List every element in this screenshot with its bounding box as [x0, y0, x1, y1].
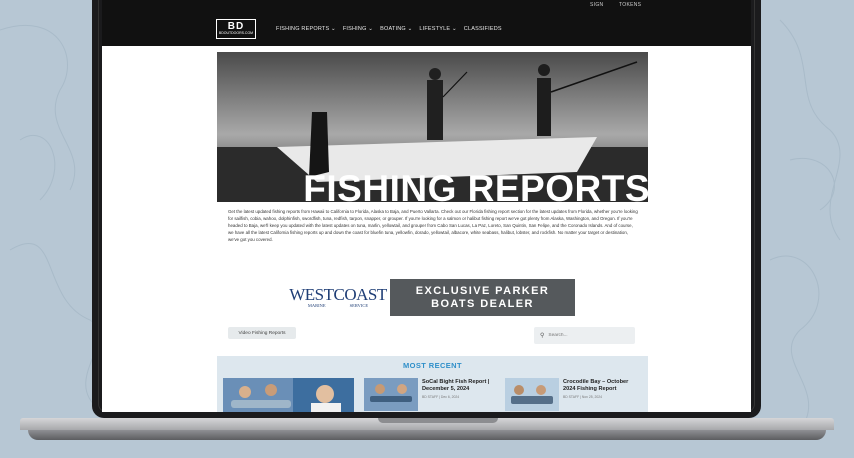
search-box[interactable]: ⚲ — [534, 327, 635, 344]
search-input[interactable] — [548, 333, 629, 338]
westcoast-service: SERVICE — [349, 303, 369, 308]
hero-title: FISHING REPORTS — [303, 168, 648, 202]
main-menu: FISHING REPORTS ⌄ FISHING ⌄ BOATING ⌄ LI… — [276, 26, 502, 32]
video-fishing-reports-button[interactable]: Video Fishing Reports — [228, 327, 296, 339]
logo-text: BD — [227, 21, 245, 32]
post-thumbnail[interactable] — [364, 378, 418, 411]
laptop-base-bottom — [28, 430, 826, 440]
top-link-sign[interactable]: SIGN — [590, 2, 603, 8]
post-thumbnail[interactable] — [505, 378, 559, 411]
featured-post-image — [223, 378, 354, 412]
laptop-base — [20, 418, 834, 444]
menu-boating[interactable]: BOATING ⌄ — [380, 26, 412, 32]
post-title-line2[interactable]: 2024 Fishing Report — [563, 386, 616, 393]
parker-ad-line2: BOATS DEALER — [431, 297, 534, 310]
post-meta: BD STAFF | Dec 6, 2024 — [422, 395, 460, 399]
menu-fishing-reports[interactable]: FISHING REPORTS ⌄ — [276, 26, 336, 32]
post-image — [364, 378, 418, 411]
post-title-line1[interactable]: Crocodile Bay – October — [563, 379, 628, 386]
menu-lifestyle[interactable]: LIFESTYLE ⌄ — [419, 26, 456, 32]
featured-post-thumbnail[interactable] — [223, 378, 354, 412]
menu-classifieds[interactable]: CLASSIFIEDS — [464, 26, 502, 32]
westcoast-logo-text: WESTCOAST — [289, 285, 387, 304]
post-title-line1[interactable]: SoCal Bight Fish Report | — [422, 379, 489, 386]
laptop-notch — [378, 418, 498, 423]
westcoast-ad[interactable]: WESTCOAST MARINE SERVICE — [289, 280, 387, 314]
post-meta: BD STAFF | Nov 25, 2024 — [563, 395, 603, 399]
logo-subtext: BDOUTDOORS.COM — [218, 31, 254, 35]
most-recent-section: MOST RECENT SoCal Bight Fish Report | De… — [217, 356, 648, 412]
westcoast-subline: MARINE SERVICE — [308, 303, 368, 308]
hero-banner: FISHING REPORTS — [217, 52, 648, 202]
site-logo[interactable]: BD BDOUTDOORS.COM — [216, 19, 256, 39]
parker-ad-line1: EXCLUSIVE PARKER — [415, 284, 550, 297]
parker-boats-ad[interactable]: EXCLUSIVE PARKER BOATS DEALER — [390, 279, 575, 316]
most-recent-heading: MOST RECENT — [403, 361, 462, 370]
site-header: SIGN TOKENS BD BDOUTDOORS.COM FISHING RE… — [102, 0, 751, 46]
post-title-line2[interactable]: December 5, 2024 — [422, 386, 469, 393]
menu-fishing[interactable]: FISHING ⌄ — [343, 26, 373, 32]
search-icon: ⚲ — [540, 333, 545, 339]
intro-paragraph: Get the latest updated fishing reports f… — [228, 209, 638, 242]
post-image — [505, 378, 559, 411]
top-link-tokens[interactable]: TOKENS — [619, 2, 641, 8]
browser-screen: SIGN TOKENS BD BDOUTDOORS.COM FISHING RE… — [102, 0, 751, 412]
westcoast-marine: MARINE — [307, 303, 326, 308]
